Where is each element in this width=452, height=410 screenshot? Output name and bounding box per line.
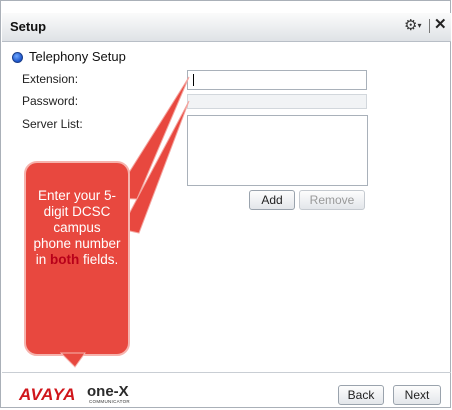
callout-text: Enter your 5-digit DCSC campus phone num…	[33, 188, 121, 267]
footer-divider	[2, 372, 451, 373]
callout-emphasis: both	[49, 252, 80, 267]
callout-tail	[59, 352, 86, 368]
setup-window: Setup ⚙▾ ✕ Telephony Setup Extension: Pa…	[0, 0, 451, 408]
callout-pointer-password	[120, 100, 190, 234]
next-button[interactable]: Next	[393, 385, 441, 405]
avaya-logo: AVAYA one-X COMMUNICATOR	[19, 383, 130, 404]
back-button[interactable]: Back	[338, 385, 384, 405]
